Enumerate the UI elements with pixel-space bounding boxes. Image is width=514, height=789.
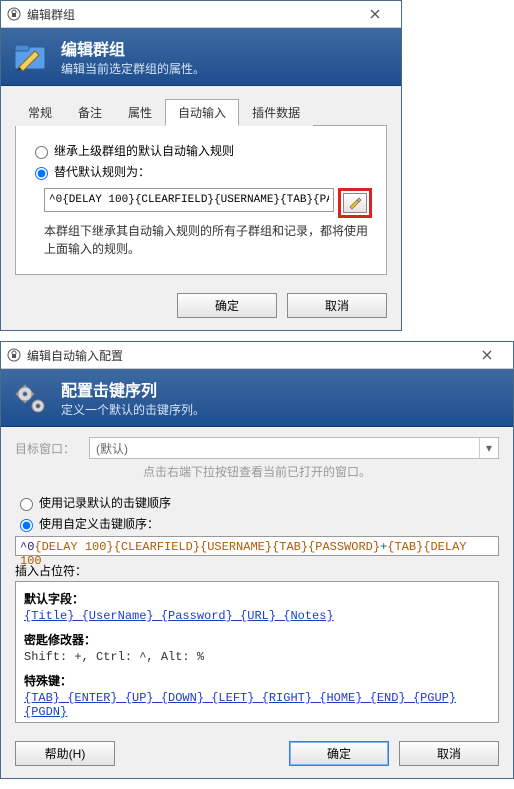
modifiers-text: Shift: +, Ctrl: ^, Alt: % [24,650,490,664]
tab-general[interactable]: 常规 [15,99,65,126]
titlebar: 编辑群组 [1,1,401,28]
radio-custom-seq[interactable]: 使用自定义击键顺序： [15,515,499,532]
edit-sequence-button[interactable] [343,193,367,213]
radio-inherit-label: 继承上级群组的默认自动输入规则 [54,142,234,159]
sequence-input[interactable] [44,188,334,212]
target-window-value: (默认) [90,438,479,458]
radio-inherit-input[interactable] [35,146,48,159]
chevron-down-icon[interactable]: ▾ [479,438,498,458]
tab-notes[interactable]: 备注 [65,99,115,126]
ok-button-2[interactable]: 确定 [289,741,389,766]
target-hint: 点击右端下拉按钮查看当前已打开的窗口。 [15,463,499,480]
gears-icon [11,378,51,418]
radio-override-input[interactable] [35,167,48,180]
note-text: 本群组下继承其自动输入规则的所有子群组和记录，都将使用上面输入的规则。 [44,222,372,258]
close-button-2[interactable] [467,344,507,366]
header-subtitle-2: 定义一个默认的击键序列。 [61,401,205,418]
window-title-2: 编辑自动输入配置 [27,347,123,364]
close-button[interactable] [355,3,395,25]
radio-override[interactable]: 替代默认规则为： [30,163,372,180]
radio-default-seq[interactable]: 使用记录默认的击键顺序 [15,494,499,511]
lock-icon [7,7,21,21]
header-title: 编辑群组 [61,36,205,60]
header-band: 编辑群组 编辑当前选定群组的属性。 [1,28,401,86]
section-special-keys: 特殊键： [24,672,490,689]
tab-strip: 常规 备注 属性 自动输入 插件数据 [15,98,387,126]
default-field-links[interactable]: {Title} {UserName} {Password} {URL} {Not… [24,609,490,623]
ok-button[interactable]: 确定 [177,293,277,318]
section-default-fields: 默认字段： [24,590,490,607]
edit-autotype-dialog: 编辑自动输入配置 配置击键序列 定义一个默认的击键序列。 目标窗口： (默认) [0,341,514,779]
cancel-button-2[interactable]: 取消 [399,741,499,766]
custom-sequence-input[interactable]: ^0{DELAY 100}{CLEARFIELD}{USERNAME}{TAB}… [15,536,499,556]
header-subtitle: 编辑当前选定群组的属性。 [61,60,205,77]
tab-plugin-data[interactable]: 插件数据 [239,99,313,126]
folder-edit-icon [11,37,51,77]
highlight-box [338,188,372,218]
placeholder-list[interactable]: 默认字段： {Title} {UserName} {Password} {URL… [15,581,499,723]
section-modifiers: 密匙修改器： [24,631,490,648]
lock-icon [7,348,21,362]
radio-custom-label: 使用自定义击键顺序： [39,515,159,532]
tab-autotype[interactable]: 自动输入 [165,99,239,126]
edit-group-dialog: 编辑群组 编辑群组 编辑当前选定群组的属性。 常规 备注 属性 自动输入 插件数… [0,0,402,331]
target-window-combo[interactable]: (默认) ▾ [89,437,499,459]
titlebar-2: 编辑自动输入配置 [1,342,513,369]
radio-inherit[interactable]: 继承上级群组的默认自动输入规则 [30,142,372,159]
tab-content: 继承上级群组的默认自动输入规则 替代默认规则为： 本群组下继承其自动输入规则的所… [15,126,387,275]
cancel-button[interactable]: 取消 [287,293,387,318]
insert-placeholder-label: 插入占位符： [15,562,499,579]
help-button[interactable]: 帮助(H) [15,741,115,766]
radio-custom-input[interactable] [20,519,33,532]
tab-properties[interactable]: 属性 [115,99,165,126]
radio-default-label: 使用记录默认的击键顺序 [39,494,171,511]
radio-override-label: 替代默认规则为： [54,163,150,180]
radio-default-input[interactable] [20,498,33,511]
header-title-2: 配置击键序列 [61,377,205,401]
target-window-label: 目标窗口： [15,440,81,457]
header-band-2: 配置击键序列 定义一个默认的击键序列。 [1,369,513,427]
special-key-links[interactable]: {TAB} {ENTER} {UP} {DOWN} {LEFT} {RIGHT}… [24,691,490,719]
window-title: 编辑群组 [27,6,75,23]
